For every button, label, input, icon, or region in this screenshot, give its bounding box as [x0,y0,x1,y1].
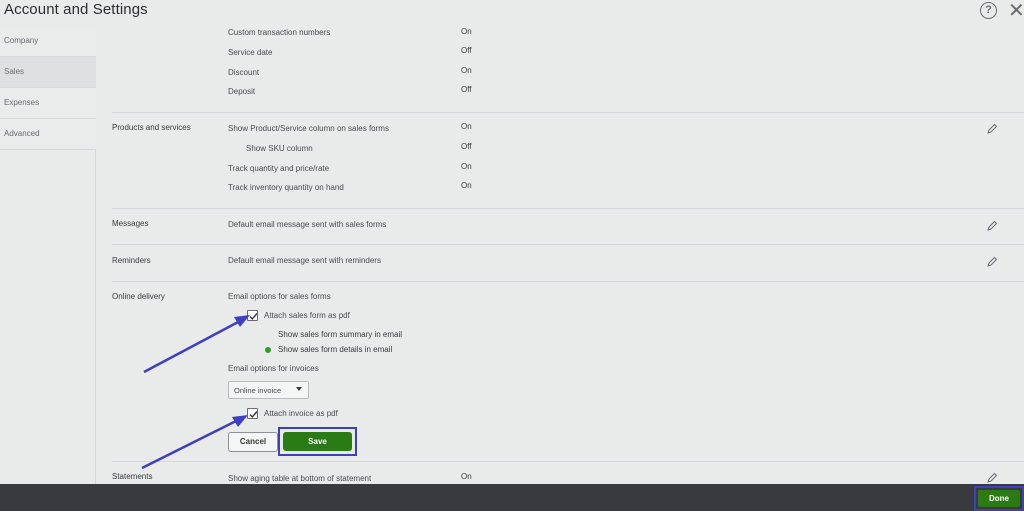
attach-invoice-pdf-checkbox[interactable] [247,408,258,419]
setting-label: Show SKU column [246,144,313,153]
edit-pencil-icon[interactable] [986,220,998,232]
header: Account and Settings ? ✕ [0,0,1024,24]
edit-pencil-icon[interactable] [986,256,998,268]
sidebar-item-company[interactable]: Company [0,26,96,57]
email-options-invoices-label: Email options for invoices [228,364,319,373]
settings-content: Custom transaction numbers On Service da… [96,24,1024,484]
edit-pencil-icon[interactable] [986,123,998,135]
sidebar-item-advanced[interactable]: Advanced [0,119,96,150]
setting-label: Default email message sent with reminder… [228,256,381,265]
setting-value: Off [461,46,472,55]
setting-value: On [461,181,472,190]
setting-label: Track inventory quantity on hand [228,183,344,192]
section-title-online-delivery: Online delivery [112,292,165,301]
attach-sales-pdf-label: Attach sales form as pdf [264,311,350,320]
setting-label: Deposit [228,87,256,96]
setting-label: Custom transaction numbers [228,28,331,37]
setting-value: On [461,27,472,36]
sidebar-item-expenses[interactable]: Expenses [0,88,96,119]
email-options-sales-label: Email options for sales forms [228,292,331,301]
attach-sales-pdf-checkbox[interactable] [247,310,258,321]
attach-invoice-pdf-label: Attach invoice as pdf [264,409,338,418]
summary-radio-label[interactable]: Show sales form summary in email [278,330,402,339]
setting-value: On [461,162,472,171]
setting-label: Default email message sent with sales fo… [228,220,387,229]
section-title-products: Products and services [112,123,191,132]
setting-label: Service date [228,48,273,57]
radio-selected-icon[interactable] [265,347,271,353]
invoice-type-value: Online invoice [234,386,282,395]
done-button[interactable]: Done [978,490,1020,507]
setting-value: On [461,472,472,481]
setting-value: On [461,66,472,75]
sidebar: Company Sales Expenses Advanced [0,26,96,486]
setting-label: Show Product/Service column on sales for… [228,124,389,133]
setting-value: On [461,122,472,131]
section-title-reminders: Reminders [112,256,151,265]
setting-label: Track quantity and price/rate [228,164,330,173]
cancel-button[interactable]: Cancel [228,432,278,452]
help-icon[interactable]: ? [980,2,997,19]
divider [112,112,1024,113]
edit-pencil-icon[interactable] [986,472,998,484]
setting-value: Off [461,85,472,94]
chevron-down-icon [296,387,302,391]
save-button-highlight: Save [278,427,357,456]
invoice-type-select[interactable]: Online invoice [228,381,309,399]
setting-label: Discount [228,68,260,77]
setting-label: Show aging table at bottom of statement [228,474,372,483]
details-radio-label[interactable]: Show sales form details in email [278,345,392,354]
save-button[interactable]: Save [283,432,352,451]
footer-bar: Done [0,484,1024,511]
page-title: Account and Settings [4,1,148,18]
sidebar-item-sales[interactable]: Sales [0,57,96,88]
checkmark-icon [249,411,258,419]
section-title-messages: Messages [112,219,149,228]
done-button-highlight: Done [974,486,1024,511]
divider [112,461,1024,462]
section-title-statements: Statements [112,472,153,481]
setting-value: Off [461,142,472,151]
close-icon[interactable]: ✕ [1008,0,1024,23]
divider [112,208,1024,209]
checkmark-icon [249,313,258,321]
divider [112,244,1024,245]
divider [112,281,1024,282]
